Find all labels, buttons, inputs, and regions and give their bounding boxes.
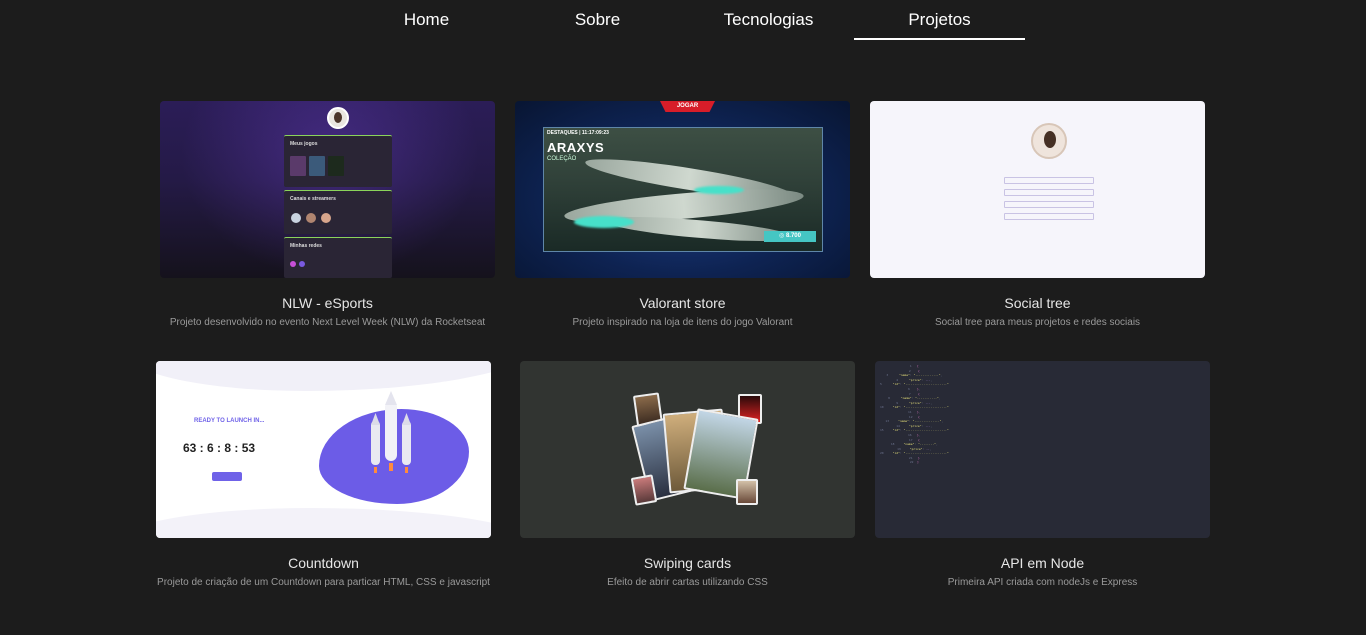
project-description: Efeito de abrir cartas utilizando CSS — [607, 577, 768, 588]
project-card-nlw-esports[interactable]: Meus jogos Canais e streamers Minhas red… — [160, 101, 495, 330]
price-badge: ◎ 8.700 — [764, 231, 816, 242]
rocket-icon — [371, 391, 411, 473]
nav-projetos[interactable]: Projetos — [854, 0, 1025, 40]
background-wave — [156, 361, 491, 391]
glow-effect — [574, 216, 634, 228]
project-thumbnail[interactable] — [870, 101, 1205, 278]
project-thumbnail[interactable]: 1 [ 2 { 3 "name": ".............", 4 "pr… — [875, 361, 1210, 538]
project-title: Countdown — [288, 555, 359, 571]
link-button — [1004, 189, 1094, 196]
channels-panel: Canais e streamers — [284, 190, 392, 234]
panel-title: Canais e streamers — [290, 196, 336, 202]
project-description: Projeto desenvolvido no evento Next Leve… — [169, 317, 486, 328]
featured-item-frame: DESTAQUES | 11:17:09:23 ARAXYS COLEÇÃO ◎… — [543, 127, 823, 252]
nav-sobre[interactable]: Sobre — [512, 0, 683, 40]
photo-card — [736, 479, 758, 505]
glow-effect — [694, 186, 744, 194]
price-value: 8.700 — [785, 233, 801, 239]
project-thumbnail[interactable]: READY TO LAUNCH IN... 63 : 6 : 8 : 53 — [156, 361, 491, 538]
background-wave — [156, 508, 491, 538]
link-button — [1004, 213, 1094, 220]
project-title: Swiping cards — [643, 555, 732, 571]
project-description: Social tree para meus projetos e redes s… — [934, 317, 1141, 328]
link-button — [1004, 201, 1094, 208]
project-card-api-node[interactable]: 1 [ 2 { 3 "name": ".............", 4 "pr… — [875, 361, 1210, 590]
project-description: Primeira API criada com nodeJs e Express — [947, 577, 1138, 588]
avatar — [1031, 123, 1067, 159]
project-title: Social tree — [1004, 295, 1071, 311]
code-snippet: 1 [ 2 { 3 "name": ".............", 4 "pr… — [880, 364, 949, 465]
nav-home[interactable]: Home — [341, 0, 512, 40]
countdown-heading: READY TO LAUNCH IN... — [194, 418, 265, 424]
project-card-valorant-store[interactable]: JOGAR DESTAQUES | 11:17:09:23 ARAXYS COL… — [515, 101, 850, 330]
game-cover — [309, 156, 325, 176]
instagram-icon — [290, 261, 296, 267]
nav-tecnologias[interactable]: Tecnologias — [683, 0, 854, 40]
project-thumbnail[interactable] — [520, 361, 855, 538]
project-card-swiping-cards[interactable]: Swiping cards Efeito de abrir cartas uti… — [520, 361, 855, 590]
project-title: Valorant store — [639, 295, 726, 311]
game-cover — [328, 156, 344, 176]
top-navigation: Home Sobre Tecnologias Projetos — [0, 0, 1366, 40]
project-thumbnail[interactable]: Meus jogos Canais e streamers Minhas red… — [160, 101, 495, 278]
channel-avatar — [306, 213, 316, 223]
project-description: Projeto de criação de um Countdown para … — [157, 577, 490, 588]
item-subtitle: COLEÇÃO — [547, 156, 577, 162]
link-button — [1004, 177, 1094, 184]
project-description: Projeto inspirado na loja de itens do jo… — [572, 317, 793, 328]
games-panel: Meus jogos — [284, 135, 392, 187]
channel-avatar — [321, 213, 331, 223]
channel-avatar — [291, 213, 301, 223]
social-panel: Minhas redes — [284, 237, 392, 278]
project-title: API em Node — [1000, 555, 1085, 571]
play-button: JOGAR — [660, 101, 715, 112]
project-title: NLW - eSports — [282, 295, 373, 311]
item-name: ARAXYS — [547, 140, 605, 155]
avatar — [327, 107, 349, 129]
subscribe-button — [212, 472, 242, 481]
panel-title: Minhas redes — [290, 243, 322, 249]
game-cover — [290, 156, 306, 176]
project-thumbnail[interactable]: JOGAR DESTAQUES | 11:17:09:23 ARAXYS COL… — [515, 101, 850, 278]
twitch-icon — [299, 261, 305, 267]
featured-label: DESTAQUES | 11:17:09:23 — [547, 130, 609, 136]
project-card-countdown[interactable]: READY TO LAUNCH IN... 63 : 6 : 8 : 53 Co… — [156, 361, 491, 590]
photo-card — [630, 474, 658, 506]
panel-title: Meus jogos — [290, 141, 318, 147]
project-card-social-tree[interactable]: Social tree Social tree para meus projet… — [870, 101, 1205, 330]
countdown-timer: 63 : 6 : 8 : 53 — [183, 441, 256, 455]
